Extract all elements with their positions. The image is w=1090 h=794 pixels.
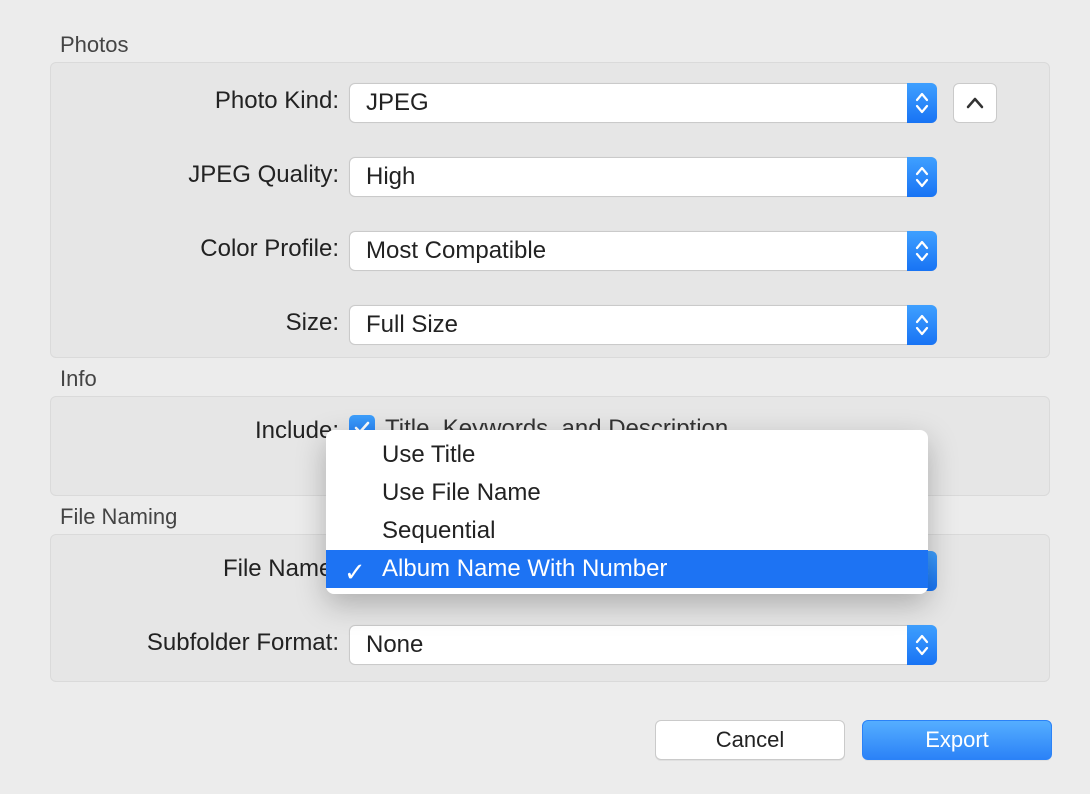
menu-item-album-name-with-number[interactable]: ✓ Album Name With Number — [326, 550, 928, 588]
file-name-menu[interactable]: Use Title Use File Name Sequential ✓ Alb… — [326, 430, 928, 594]
menu-item-use-title[interactable]: Use Title — [326, 436, 928, 474]
stepper-icon — [907, 157, 937, 197]
photos-panel: Photo Kind: JPEG JPEG Quality: High Colo… — [50, 62, 1050, 358]
size-label: Size: — [286, 309, 339, 337]
stepper-icon — [907, 305, 937, 345]
color-profile-label: Color Profile: — [200, 235, 339, 263]
photo-kind-value: JPEG — [366, 89, 429, 117]
jpeg-quality-select[interactable]: High — [349, 157, 937, 197]
stepper-icon — [907, 231, 937, 271]
file-naming-section-label: File Naming — [60, 504, 177, 530]
subfolder-format-select[interactable]: None — [349, 625, 937, 665]
stepper-icon — [907, 625, 937, 665]
file-name-label: File Name: — [223, 555, 339, 583]
photo-kind-label: Photo Kind: — [215, 87, 339, 115]
color-profile-select[interactable]: Most Compatible — [349, 231, 937, 271]
info-section-label: Info — [60, 366, 97, 392]
menu-item-use-file-name[interactable]: Use File Name — [326, 474, 928, 512]
photos-section-label: Photos — [60, 32, 129, 58]
size-value: Full Size — [366, 311, 458, 339]
color-profile-value: Most Compatible — [366, 237, 546, 265]
check-icon: ✓ — [344, 557, 366, 588]
subfolder-format-label: Subfolder Format: — [147, 629, 339, 657]
export-button[interactable]: Export — [862, 720, 1052, 760]
size-select[interactable]: Full Size — [349, 305, 937, 345]
menu-item-label: Album Name With Number — [382, 555, 667, 583]
stepper-icon — [907, 83, 937, 123]
chevron-up-icon — [966, 97, 984, 109]
jpeg-quality-value: High — [366, 163, 415, 191]
collapse-button[interactable] — [953, 83, 997, 123]
subfolder-format-value: None — [366, 631, 423, 659]
cancel-button[interactable]: Cancel — [655, 720, 845, 760]
menu-item-sequential[interactable]: Sequential — [326, 512, 928, 550]
jpeg-quality-label: JPEG Quality: — [188, 161, 339, 189]
photo-kind-select[interactable]: JPEG — [349, 83, 937, 123]
